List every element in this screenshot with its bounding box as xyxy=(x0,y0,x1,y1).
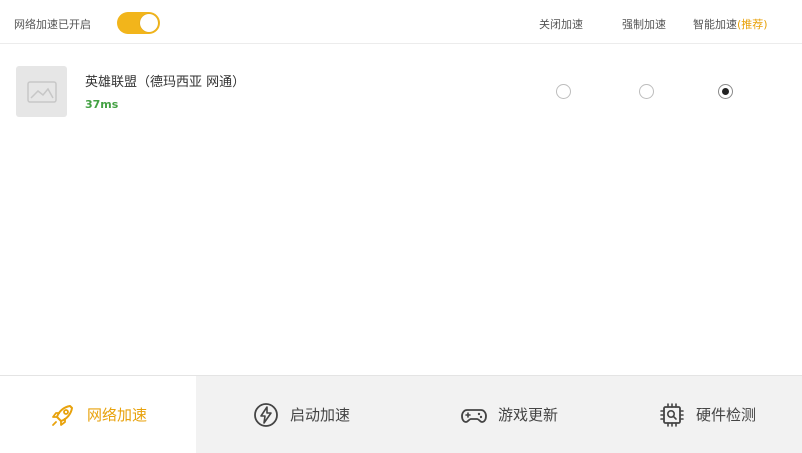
mode-off-header: 关闭加速 xyxy=(539,18,583,31)
game-row: 英雄联盟（德玛西亚 网通） 37ms xyxy=(0,55,802,125)
image-placeholder-icon xyxy=(26,80,57,103)
radio-mode-off[interactable] xyxy=(556,84,571,99)
radio-mode-force[interactable] xyxy=(639,84,654,99)
nav-launch-accel[interactable]: 启动加速 xyxy=(196,376,406,453)
nav-label-hardware-check: 硬件检测 xyxy=(695,406,756,424)
mode-force-header: 强制加速 xyxy=(622,18,666,31)
nav-hardware-check[interactable]: 硬件检测 xyxy=(612,376,802,453)
accel-toggle[interactable] xyxy=(117,12,160,34)
nav-game-update[interactable]: 游戏更新 xyxy=(406,376,612,453)
game-thumbnail xyxy=(16,66,67,117)
nav-network-accel[interactable]: 网络加速 xyxy=(0,376,196,453)
chip-icon xyxy=(660,402,684,427)
header-bar: 网络加速已开启 关闭加速 强制加速 智能加速(推荐) xyxy=(0,0,802,44)
game-name: 英雄联盟（德玛西亚 网通） xyxy=(85,75,246,90)
nav-label-game-update: 游戏更新 xyxy=(497,406,558,424)
bottom-nav: 网络加速 启动加速 游戏更新 硬件检测 xyxy=(0,375,802,453)
nav-label-network-accel: 网络加速 xyxy=(86,406,147,424)
nav-label-launch-accel: 启动加速 xyxy=(289,406,350,424)
toggle-knob xyxy=(140,14,158,32)
rocket-icon xyxy=(52,404,73,426)
radio-mode-smart[interactable] xyxy=(718,84,733,99)
mode-smart-header: 智能加速(推荐) xyxy=(693,16,768,32)
mode-smart-label: 智能加速 xyxy=(693,18,737,31)
game-latency: 37ms xyxy=(85,98,119,111)
lightning-icon xyxy=(254,402,278,427)
recommend-tag: (推荐) xyxy=(737,18,768,31)
gamepad-icon xyxy=(461,408,487,423)
accel-status-label: 网络加速已开启 xyxy=(14,18,91,31)
